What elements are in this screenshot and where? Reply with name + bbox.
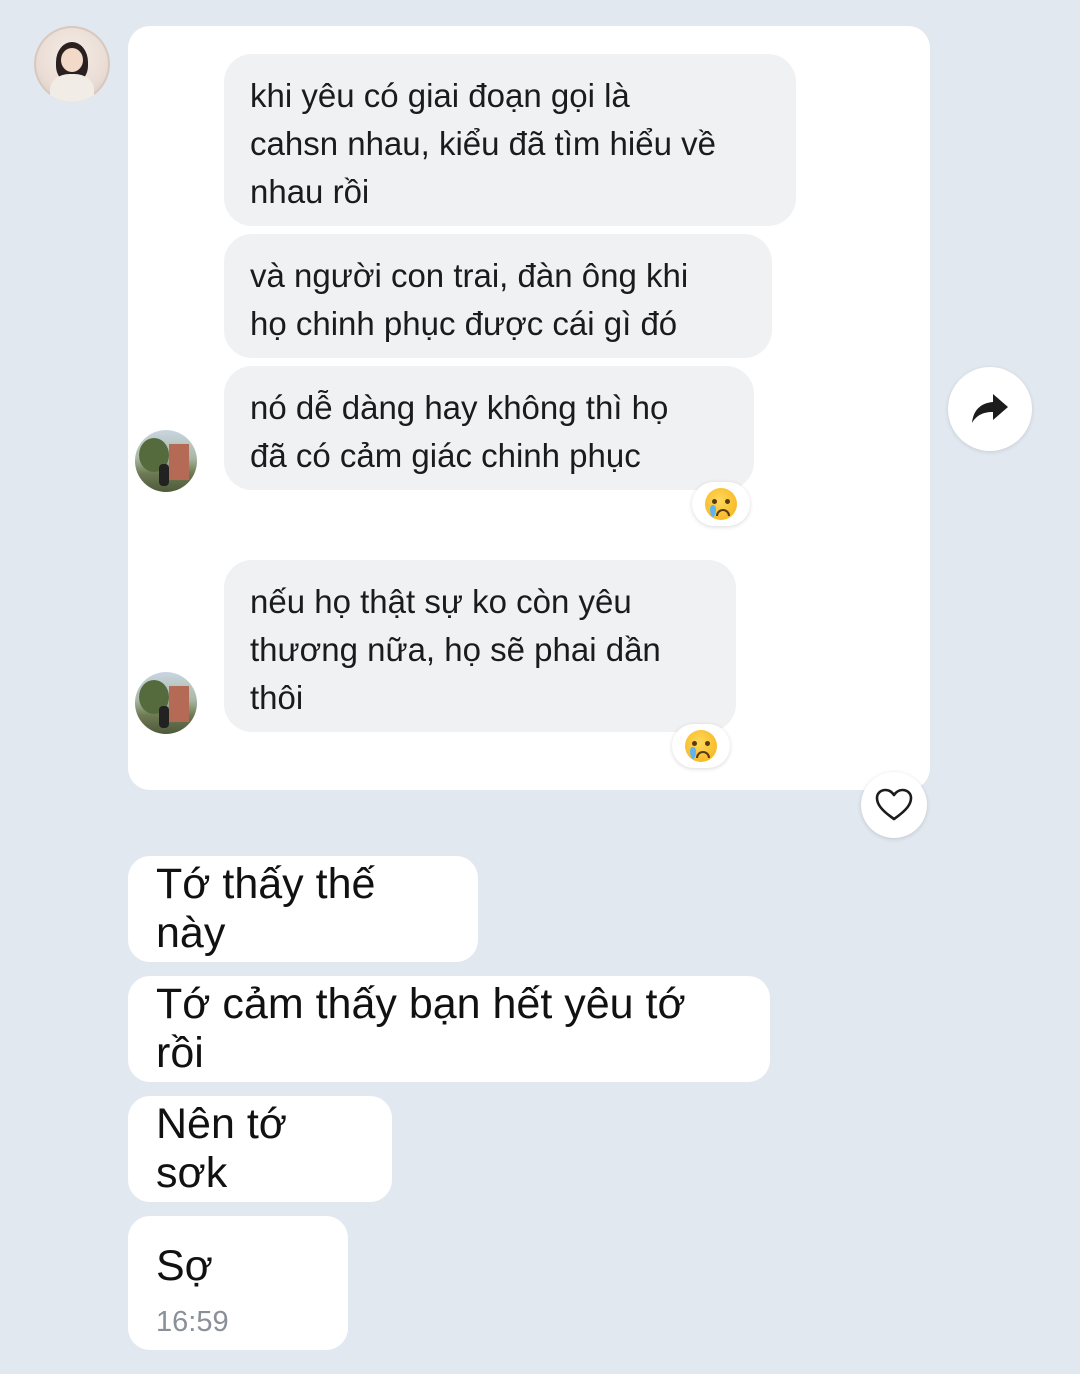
quoted-message: nó dễ dàng hay không thì họ đã có cảm gi… — [224, 366, 754, 490]
like-button[interactable] — [861, 772, 927, 838]
message-bubble[interactable]: Nên tớ sơk — [128, 1096, 392, 1202]
heart-icon — [875, 788, 913, 821]
quoted-message: nếu họ thật sự ko còn yêu thương nữa, họ… — [224, 560, 736, 732]
share-button[interactable] — [948, 367, 1032, 451]
reaction-badge — [672, 724, 730, 768]
forwarded-screenshot-card[interactable]: khi yêu có giai đoạn gọi là cahsn nhau, … — [128, 26, 930, 790]
message-bubble[interactable]: Tớ cảm thấy bạn hết yêu tớ rồi — [128, 976, 770, 1082]
message-text: Sợ — [156, 1242, 213, 1290]
sender-avatar[interactable] — [34, 26, 110, 102]
reaction-badge — [692, 482, 750, 526]
message-timestamp: 16:59 — [156, 1306, 229, 1338]
quoted-sender-avatar — [135, 672, 197, 734]
message-bubble[interactable]: Tớ thấy thế này — [128, 856, 478, 962]
message-text: Tớ thấy thế này — [156, 860, 376, 957]
crying-face-emoji-icon — [705, 488, 737, 520]
message-text: Tớ cảm thấy bạn hết yêu tớ rồi — [156, 980, 686, 1077]
quoted-message: và người con trai, đàn ông khi họ chinh … — [224, 234, 772, 358]
quoted-sender-avatar — [135, 430, 197, 492]
crying-face-emoji-icon — [685, 730, 717, 762]
share-arrow-icon — [972, 394, 1008, 423]
message-text: Nên tớ sơk — [156, 1100, 287, 1197]
quoted-message: khi yêu có giai đoạn gọi là cahsn nhau, … — [224, 54, 796, 226]
